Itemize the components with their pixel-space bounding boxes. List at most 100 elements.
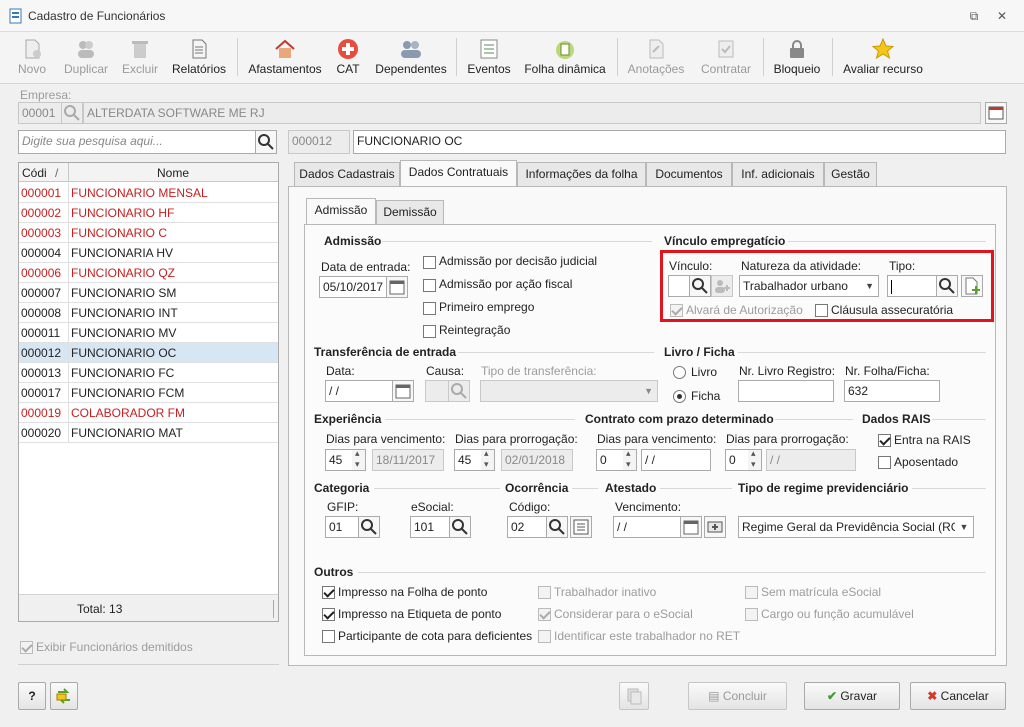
employee-code-field[interactable]: 000012 <box>288 130 350 154</box>
codigo-input[interactable]: 02 <box>507 516 547 538</box>
table-row[interactable]: 000020 FUNCIONARIO MAT <box>19 423 278 443</box>
atestado-add-button[interactable] <box>704 516 726 538</box>
admissao-judicial-checkbox[interactable] <box>423 256 436 269</box>
anotacoes-button[interactable]: Anotações <box>624 32 688 82</box>
esocial-search-button[interactable] <box>449 516 471 538</box>
empresa-code-field[interactable]: 00001 <box>18 102 62 124</box>
ficha-radio[interactable] <box>673 390 686 403</box>
table-row[interactable]: 000011 FUNCIONARIO MV <box>19 323 278 343</box>
reintegracao-checkbox[interactable] <box>423 325 436 338</box>
empresa-name-field[interactable]: ALTERDATA SOFTWARE ME RJ <box>83 102 981 124</box>
tipo-input[interactable] <box>887 275 937 297</box>
vinculo-add-button[interactable] <box>711 275 733 297</box>
table-row[interactable]: 000001 FUNCIONARIO MENSAL <box>19 183 278 203</box>
table-row[interactable]: 000002 FUNCIONARIO HF <box>19 203 278 223</box>
sem-matricula-checkbox[interactable] <box>745 586 758 599</box>
tipo-search-button[interactable] <box>936 275 958 297</box>
table-row[interactable]: 000019 COLABORADOR FM <box>19 403 278 423</box>
close-icon[interactable]: ✕ <box>994 8 1010 24</box>
regime-select[interactable]: Regime Geral da Previdência Social (RGP … <box>738 516 974 538</box>
clausula-checkbox[interactable] <box>815 304 828 317</box>
atestado-calendar-button[interactable] <box>680 516 702 538</box>
search-input[interactable]: Digite sua pesquisa aqui... <box>18 130 256 154</box>
codigo-list-button[interactable] <box>570 516 592 538</box>
subtab-admissao[interactable]: Admissão <box>306 198 376 224</box>
identificar-checkbox[interactable] <box>538 630 551 643</box>
search-button[interactable] <box>255 130 277 154</box>
ctr-prorr-input[interactable]: 0 <box>725 449 749 471</box>
empresa-detail-button[interactable] <box>985 102 1007 124</box>
table-row[interactable]: 000008 FUNCIONARIO INT <box>19 303 278 323</box>
folha-dinamica-button[interactable]: Folha dinâmica <box>520 32 610 82</box>
cargo-checkbox[interactable] <box>745 608 758 621</box>
causa-input[interactable] <box>425 380 449 402</box>
nr-folha-input[interactable]: 632 <box>844 380 940 402</box>
tab-dados-contratuais[interactable]: Dados Contratuais <box>400 160 517 186</box>
bloqueio-button[interactable]: Bloqueio <box>770 32 824 82</box>
transf-data-input[interactable]: / / <box>325 380 393 402</box>
considerar-checkbox[interactable] <box>538 608 551 621</box>
exp-prorr-input[interactable]: 45 <box>454 449 482 471</box>
tipo-transf-select[interactable]: ▼ <box>480 380 658 402</box>
ctr-venc-stepper[interactable] <box>623 448 637 471</box>
table-row[interactable]: 000013 FUNCIONARIO FC <box>19 363 278 383</box>
data-entrada-input[interactable]: 05/10/2017 <box>319 276 387 298</box>
concluir-button[interactable]: ▤ Concluir <box>688 682 787 710</box>
dependentes-button[interactable]: Dependentes <box>372 32 450 82</box>
tab-informacoes-folha[interactable]: Informações da folha <box>517 162 646 186</box>
eventos-button[interactable]: Eventos <box>464 32 514 82</box>
table-row[interactable]: 000007 FUNCIONARIO SM <box>19 283 278 303</box>
exp-venc-stepper[interactable] <box>352 448 366 471</box>
excluir-button[interactable]: Excluir <box>118 32 162 82</box>
tipo-add-button[interactable] <box>961 275 983 297</box>
restore-icon[interactable]: ⧉ <box>966 8 982 24</box>
tab-inf-adicionais[interactable]: Inf. adicionais <box>732 162 824 186</box>
duplicar-button[interactable]: Duplicar <box>58 32 114 82</box>
cancelar-button[interactable]: ✖ Cancelar <box>910 682 1006 710</box>
causa-search-button[interactable] <box>448 380 470 402</box>
ctr-prorr-stepper[interactable] <box>748 448 762 471</box>
employee-name-field[interactable]: FUNCIONARIO OC <box>353 130 1006 154</box>
gfip-search-button[interactable] <box>358 516 380 538</box>
col-header-name[interactable]: Nome <box>157 166 189 180</box>
primeiro-emprego-checkbox[interactable] <box>423 302 436 315</box>
cota-checkbox[interactable] <box>322 630 335 643</box>
atestado-venc-input[interactable]: / / <box>613 516 681 538</box>
col-header-code[interactable]: Códi <box>22 166 47 180</box>
natureza-select[interactable]: Trabalhador urbano ▼ <box>739 275 879 297</box>
ctr-venc-input[interactable]: 0 <box>596 449 624 471</box>
table-row[interactable]: 000012 FUNCIONARIO OC <box>19 343 278 363</box>
transf-calendar-button[interactable] <box>392 380 414 402</box>
subtab-demissao[interactable]: Demissão <box>376 200 444 224</box>
table-row[interactable]: 000006 FUNCIONARIO QZ <box>19 263 278 283</box>
cat-button[interactable]: CAT <box>332 32 364 82</box>
ctr-venc-date[interactable]: / / <box>641 449 711 471</box>
novo-button[interactable]: Novo <box>12 32 52 82</box>
exp-prorr-stepper[interactable] <box>481 448 495 471</box>
folha-ponto-checkbox[interactable] <box>322 586 335 599</box>
table-row[interactable]: 000017 FUNCIONARIO FCM <box>19 383 278 403</box>
inativo-checkbox[interactable] <box>538 586 551 599</box>
esocial-input[interactable]: 101 <box>410 516 450 538</box>
data-entrada-calendar-button[interactable] <box>386 276 408 298</box>
entra-rais-checkbox[interactable] <box>878 434 891 447</box>
tab-documentos[interactable]: Documentos <box>646 162 732 186</box>
table-row[interactable]: 000004 FUNCIONARIA HV <box>19 243 278 263</box>
aposentado-checkbox[interactable] <box>878 456 891 469</box>
help-button[interactable]: ? <box>18 682 46 710</box>
avaliar-recurso-button[interactable]: Avaliar recurso <box>840 32 926 82</box>
vinculo-search-button[interactable] <box>689 275 711 297</box>
livro-radio[interactable] <box>673 366 686 379</box>
codigo-search-button[interactable] <box>546 516 568 538</box>
alvara-checkbox[interactable] <box>670 304 683 317</box>
empresa-search-button[interactable] <box>61 102 83 124</box>
contratar-button[interactable]: Contratar <box>696 32 756 82</box>
refresh-button[interactable] <box>50 682 78 710</box>
gfip-input[interactable]: 01 <box>325 516 359 538</box>
exp-venc-input[interactable]: 45 <box>325 449 353 471</box>
show-dismissed-checkbox[interactable] <box>20 641 33 654</box>
copy-button[interactable] <box>619 682 649 710</box>
relatorios-button[interactable]: Relatórios <box>168 32 230 82</box>
nr-livro-input[interactable] <box>738 380 834 402</box>
admissao-fiscal-checkbox[interactable] <box>423 279 436 292</box>
